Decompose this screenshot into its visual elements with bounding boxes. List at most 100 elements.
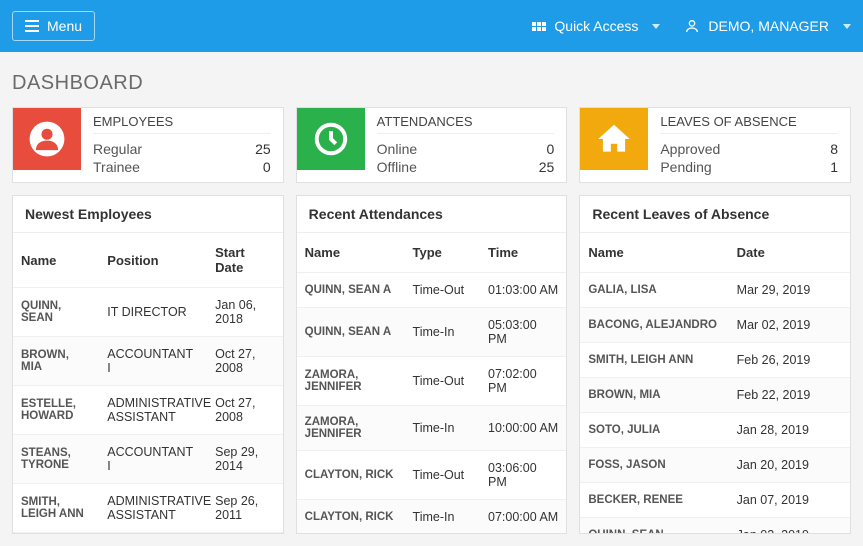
cell-time: 03:06:00 PM bbox=[480, 451, 566, 500]
cell-time: 01:03:00 AM bbox=[480, 273, 566, 308]
cell-name: BROWN, MIA bbox=[580, 378, 728, 413]
page-title: DASHBOARD bbox=[12, 72, 851, 95]
user-menu[interactable]: DEMO, MANAGER bbox=[684, 18, 851, 34]
recent-attendances-table: Name Type Time QUINN, SEAN ATime-Out01:0… bbox=[297, 233, 567, 533]
card-title: LEAVES OF ABSENCE bbox=[660, 114, 838, 134]
menu-button[interactable]: Menu bbox=[12, 11, 95, 41]
table-row[interactable]: CLAYTON, RICKTime-Out03:06:00 PM bbox=[297, 451, 567, 500]
quick-access-menu[interactable]: Quick Access bbox=[532, 18, 660, 34]
table-row[interactable]: SMITH, LEIGH ANNFeb 26, 2019 bbox=[580, 343, 850, 378]
grid-icon bbox=[532, 22, 546, 31]
table-row[interactable]: CLAYTON, RICKIT SUPPORTSep 05, 2012 bbox=[13, 533, 283, 534]
table-row[interactable]: ESTELLE, HOWARDADMINISTRATIVE ASSISTANTO… bbox=[13, 386, 283, 435]
table-row[interactable]: SMITH, LEIGH ANNADMINISTRATIVE ASSISTANT… bbox=[13, 484, 283, 533]
summary-card-leaves: LEAVES OF ABSENCE Approved8 Pending1 bbox=[579, 107, 851, 183]
stat-row: Offline25 bbox=[377, 158, 555, 176]
cell-position: ADMINISTRATIVE ASSISTANT bbox=[99, 386, 207, 435]
cell-date: Feb 26, 2019 bbox=[729, 343, 850, 378]
cell-time: 07:02:00 PM bbox=[480, 357, 566, 406]
clock-icon bbox=[297, 108, 365, 170]
cell-date: Jan 07, 2019 bbox=[729, 483, 850, 518]
table-row[interactable]: FOSS, JASONJan 20, 2019 bbox=[580, 448, 850, 483]
stat-row: Approved8 bbox=[660, 140, 838, 158]
cell-date: Sep 05, 2012 bbox=[207, 533, 283, 534]
cell-position: IT DIRECTOR bbox=[99, 288, 207, 337]
table-row[interactable]: QUINN, SEAN ATime-Out01:03:00 AM bbox=[297, 273, 567, 308]
cell-date: Jan 28, 2019 bbox=[729, 413, 850, 448]
recent-leaves-table: Name Date GALIA, LISAMar 29, 2019BACONG,… bbox=[580, 233, 850, 533]
table-row[interactable]: QUINN, SEAN ATime-In05:03:00 PM bbox=[297, 308, 567, 357]
cell-date: Mar 02, 2019 bbox=[729, 308, 850, 343]
col-header: Name bbox=[580, 233, 728, 273]
panel-title: Recent Leaves of Absence bbox=[580, 196, 850, 233]
table-row[interactable]: SOTO, JULIAJan 28, 2019 bbox=[580, 413, 850, 448]
table-row[interactable]: QUINN, SEANJan 02, 2019 bbox=[580, 518, 850, 534]
cell-date: Sep 29, 2014 bbox=[207, 435, 283, 484]
cell-name: ZAMORA, JENNIFER bbox=[297, 357, 405, 406]
newest-employees-table: Name Position Start Date QUINN, SEANIT D… bbox=[13, 233, 283, 533]
home-icon bbox=[580, 108, 648, 170]
cell-time: 10:00:00 AM bbox=[480, 406, 566, 451]
col-header: Position bbox=[99, 233, 207, 288]
cell-type: Time-Out bbox=[405, 357, 481, 406]
cell-name: CLAYTON, RICK bbox=[13, 533, 99, 534]
cell-position: IT SUPPORT bbox=[99, 533, 207, 534]
table-row[interactable]: GALIA, LISAMar 29, 2019 bbox=[580, 273, 850, 308]
col-header: Type bbox=[405, 233, 481, 273]
cell-type: Time-Out bbox=[405, 273, 481, 308]
user-label: DEMO, MANAGER bbox=[708, 18, 829, 34]
cell-position: ADMINISTRATIVE ASSISTANT bbox=[99, 484, 207, 533]
stat-row: Trainee0 bbox=[93, 158, 271, 176]
col-header: Time bbox=[480, 233, 566, 273]
col-header: Date bbox=[729, 233, 850, 273]
summary-card-employees: EMPLOYEES Regular25 Trainee0 bbox=[12, 107, 284, 183]
cell-position: ACCOUNTANT I bbox=[99, 435, 207, 484]
panel-recent-leaves: Recent Leaves of Absence Name Date GALIA… bbox=[579, 195, 851, 534]
cell-date: Oct 27, 2008 bbox=[207, 386, 283, 435]
top-bar: Menu Quick Access DEMO, MANAGER bbox=[0, 0, 863, 52]
col-header: Name bbox=[297, 233, 405, 273]
table-row[interactable]: ZAMORA, JENNIFERTime-In10:00:00 AM bbox=[297, 406, 567, 451]
panel-recent-attendances: Recent Attendances Name Type Time QUINN,… bbox=[296, 195, 568, 534]
col-header: Start Date bbox=[207, 233, 283, 288]
table-row[interactable]: BROWN, MIAFeb 22, 2019 bbox=[580, 378, 850, 413]
cell-name: CLAYTON, RICK bbox=[297, 451, 405, 500]
table-row[interactable]: BECKER, RENEEJan 07, 2019 bbox=[580, 483, 850, 518]
table-row[interactable]: BROWN, MIAACCOUNTANT IOct 27, 2008 bbox=[13, 337, 283, 386]
card-title: EMPLOYEES bbox=[93, 114, 271, 134]
cell-date: Jan 06, 2018 bbox=[207, 288, 283, 337]
table-row[interactable]: QUINN, SEANIT DIRECTORJan 06, 2018 bbox=[13, 288, 283, 337]
cell-type: Time-In bbox=[405, 406, 481, 451]
cell-name: SOTO, JULIA bbox=[580, 413, 728, 448]
menu-label: Menu bbox=[47, 18, 82, 34]
cell-name: BECKER, RENEE bbox=[580, 483, 728, 518]
stat-row: Regular25 bbox=[93, 140, 271, 158]
cell-name: QUINN, SEAN A bbox=[297, 308, 405, 357]
chevron-down-icon bbox=[652, 24, 660, 29]
cell-type: Time-In bbox=[405, 308, 481, 357]
cell-type: Time-Out bbox=[405, 451, 481, 500]
cell-name: SMITH, LEIGH ANN bbox=[13, 484, 99, 533]
table-row[interactable]: ZAMORA, JENNIFERTime-Out07:02:00 PM bbox=[297, 357, 567, 406]
employees-icon bbox=[13, 108, 81, 170]
cell-date: Jan 20, 2019 bbox=[729, 448, 850, 483]
panel-title: Newest Employees bbox=[13, 196, 283, 233]
cell-date: Jan 02, 2019 bbox=[729, 518, 850, 534]
summary-card-attendances: ATTENDANCES Online0 Offline25 bbox=[296, 107, 568, 183]
table-row[interactable]: BACONG, ALEJANDROMar 02, 2019 bbox=[580, 308, 850, 343]
cell-name: QUINN, SEAN bbox=[13, 288, 99, 337]
table-row[interactable]: STEANS, TYRONEACCOUNTANT ISep 29, 2014 bbox=[13, 435, 283, 484]
cell-name: STEANS, TYRONE bbox=[13, 435, 99, 484]
stat-row: Pending1 bbox=[660, 158, 838, 176]
cell-date: Mar 29, 2019 bbox=[729, 273, 850, 308]
cell-name: QUINN, SEAN A bbox=[297, 273, 405, 308]
cell-name: QUINN, SEAN bbox=[580, 518, 728, 534]
cell-date: Sep 26, 2011 bbox=[207, 484, 283, 533]
col-header: Name bbox=[13, 233, 99, 288]
cell-time: 05:03:00 PM bbox=[480, 308, 566, 357]
cell-name: FOSS, JASON bbox=[580, 448, 728, 483]
cell-name: BROWN, MIA bbox=[13, 337, 99, 386]
user-icon bbox=[684, 18, 700, 34]
cell-name: SMITH, LEIGH ANN bbox=[580, 343, 728, 378]
panel-newest-employees: Newest Employees Name Position Start Dat… bbox=[12, 195, 284, 534]
